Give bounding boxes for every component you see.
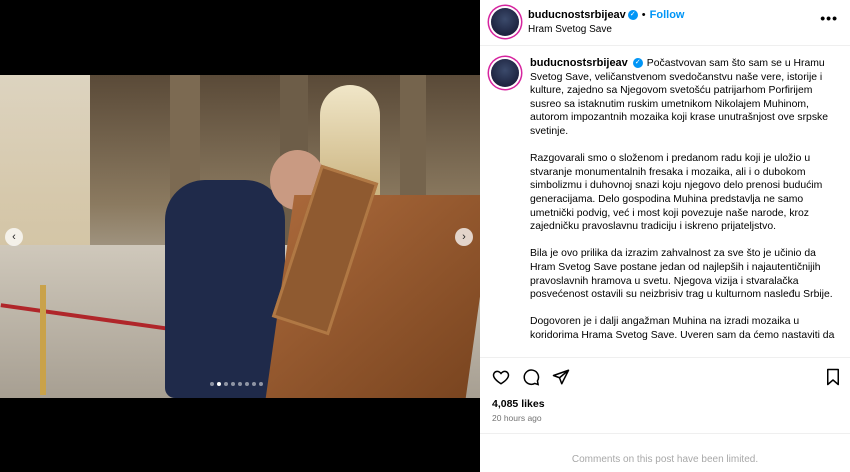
comment-icon[interactable]: [522, 368, 540, 386]
caption-paragraph-2: Razgovarali smo o složenom i predanom ra…: [530, 153, 823, 233]
carousel-dot: [210, 382, 214, 386]
carousel-prev-button[interactable]: ‹: [5, 228, 23, 246]
carousel-dot: [245, 382, 249, 386]
header-user-line: buducnostsrbijeav ✓ • Follow: [528, 9, 684, 21]
caption-paragraph-3: Bila je ovo prilika da izrazim zahvalnos…: [530, 248, 833, 301]
verified-badge-icon: ✓: [627, 10, 638, 20]
header-username[interactable]: buducnostsrbijeav: [528, 9, 626, 21]
follow-button[interactable]: Follow: [650, 9, 685, 21]
carousel-next-button[interactable]: ›: [455, 228, 473, 246]
send-icon[interactable]: [552, 368, 570, 386]
photo-man-figure: [165, 180, 285, 398]
likes-count[interactable]: 4,085 likes: [492, 398, 545, 410]
action-bar: [480, 357, 850, 397]
post-photo[interactable]: [0, 75, 480, 398]
bookmark-icon[interactable]: [824, 368, 842, 386]
chevron-right-icon: ›: [462, 231, 466, 243]
carousel-dot: [259, 382, 263, 386]
carousel-dot: [252, 382, 256, 386]
avatar[interactable]: [491, 8, 519, 36]
caption-text: buducnostsrbijeav ✓ Počastvovan sam što sa…: [530, 57, 842, 356]
caption-username[interactable]: buducnostsrbijeav: [530, 57, 628, 69]
photo-stanchion: [40, 285, 46, 395]
post-details-panel: buducnostsrbijeav ✓ • Follow Hram Svetog…: [480, 0, 850, 472]
carousel-dot: [224, 382, 228, 386]
caption-text-1: Počastvovan sam što sam se u Hramu Sveto…: [530, 58, 829, 137]
caption-area: buducnostsrbijeav ✓ Počastvovan sam što sa…: [480, 47, 850, 357]
instagram-post-modal: ‹ › buducnostsrbijeav ✓ • Follow Hram Sv…: [0, 0, 850, 472]
post-header: buducnostsrbijeav ✓ • Follow Hram Svetog…: [480, 0, 850, 46]
header-separator: •: [641, 9, 646, 21]
media-pane: ‹ ›: [0, 0, 480, 472]
post-timestamp[interactable]: 20 hours ago: [492, 413, 542, 423]
carousel-dot: [231, 382, 235, 386]
more-options-icon[interactable]: •••: [820, 10, 838, 26]
heart-icon[interactable]: [492, 368, 510, 386]
caption-paragraph-1: buducnostsrbijeav ✓ Počastvovan sam što sa…: [530, 57, 842, 139]
comments-limited-notice: Comments on this post have been limited.: [480, 433, 850, 472]
carousel-dot: [217, 382, 221, 386]
caption-paragraph-4: Dogovoren je i dalji angažman Muhina na …: [530, 316, 835, 341]
carousel-indicator: [210, 382, 263, 386]
chevron-left-icon: ‹: [12, 231, 16, 243]
verified-badge-icon: ✓: [632, 58, 643, 69]
carousel-dot: [238, 382, 242, 386]
post-location[interactable]: Hram Svetog Save: [528, 24, 612, 35]
caption-avatar[interactable]: [491, 59, 519, 87]
